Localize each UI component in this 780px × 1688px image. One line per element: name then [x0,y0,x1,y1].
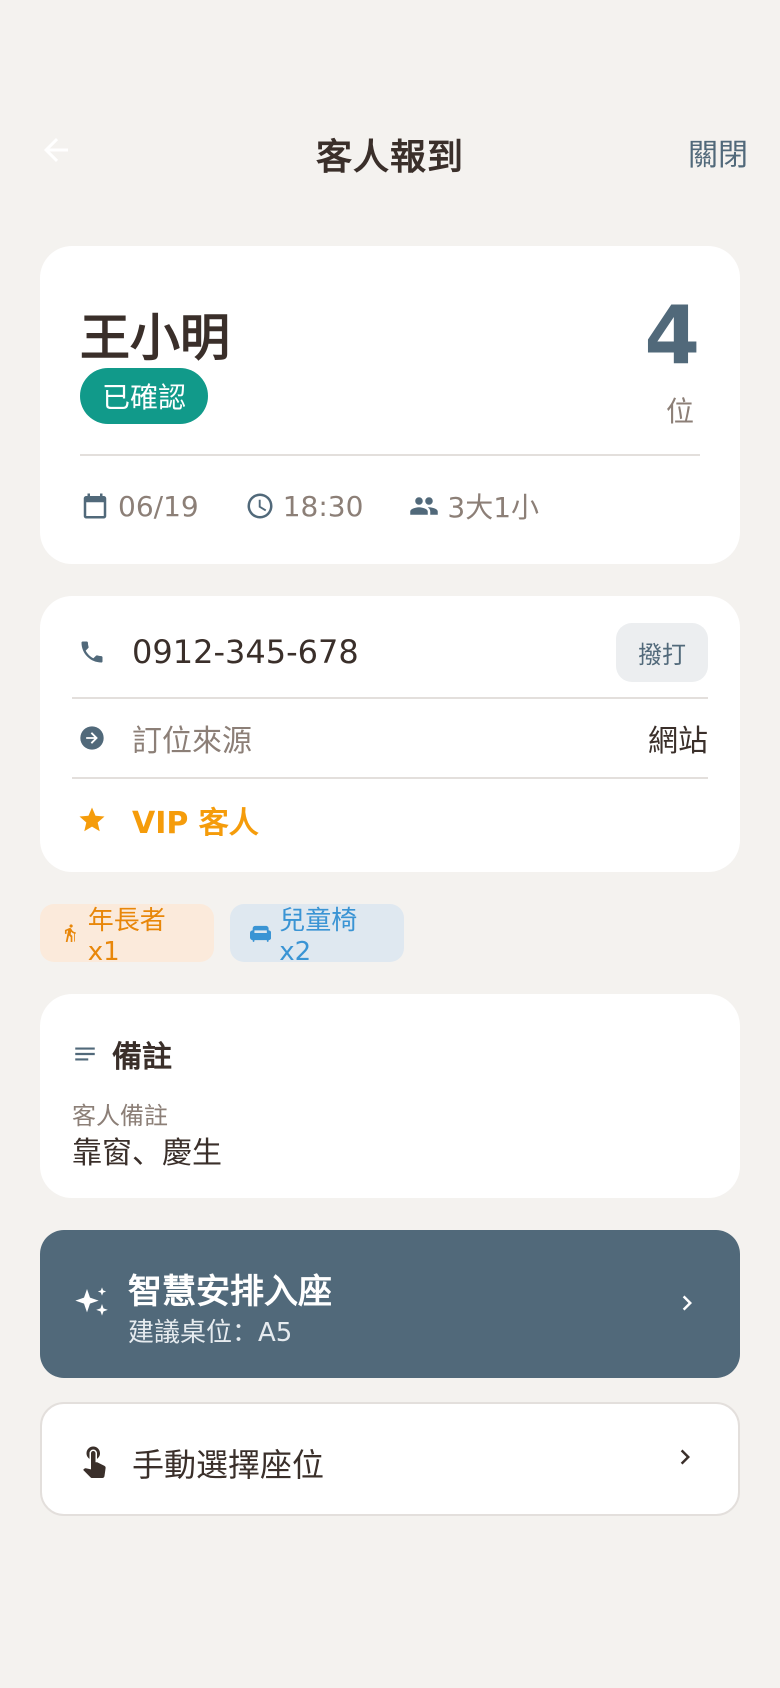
source-row: 訂位來源 網站 [72,710,708,766]
meta-time: 18:30 [245,489,364,523]
elderly-icon [64,924,76,943]
smart-seat-subtitle: 建議桌位：A5 [128,1318,293,1348]
notes-title-text: 備註 [112,1040,172,1075]
composition-text: 3大1小 [447,491,540,524]
phone-number: 0912-345-678 [132,633,359,671]
arrow-circle-right-icon [80,726,104,750]
chair-icon [250,925,272,942]
clock-icon [247,493,273,519]
calendar-icon [83,493,107,519]
party-size: 4 [644,289,700,382]
source-value: 網站 [648,724,708,759]
guest-card: 王小明 已確認 4 位 06/19 18:30 3大1小 [40,246,740,564]
notes-title: 備註 [72,1032,172,1076]
vip-row: VIP 客人 [72,792,708,848]
manual-seat-label: 手動選擇座位 [132,1446,325,1484]
notes-value: 靠窗、慶生 [72,1136,222,1171]
close-button[interactable]: 關閉 [688,130,748,174]
vip-label: VIP 客人 [132,806,259,841]
tag-label: 兒童椅 x2 [279,905,358,967]
notes-label: 客人備註 [72,1102,168,1130]
party-unit: 位 [665,395,694,428]
header: 客人報到 關閉 [0,110,780,190]
status-badge: 已確認 [80,368,209,424]
tag-label: 年長者 x1 [87,905,166,967]
phone-icon [81,641,103,663]
divider [72,697,708,699]
smart-seat-button[interactable]: 智慧安排入座 建議桌位：A5 [40,1230,740,1378]
source-label: 訂位來源 [132,724,252,759]
tag-elderly: 年長者 x1 [40,904,214,967]
tag-child-chair: 兒童椅 x2 [230,904,404,967]
sparkle-icon [75,1287,108,1316]
meta-party: 3大1小 [409,486,539,526]
page-title: 客人報到 [315,137,464,178]
reservation-meta: 06/19 18:30 3大1小 [80,486,585,526]
touch-hand-icon [83,1446,106,1478]
chevron-right-icon [680,1449,690,1465]
guest-name: 王小明 [80,309,230,367]
notes-card: 備註 客人備註 靠窗、慶生 [40,994,740,1198]
people-icon [410,497,439,515]
date-text: 06/19 [118,489,199,523]
notes-lines-icon [75,1047,95,1061]
call-button[interactable]: 撥打 [616,622,708,682]
meta-date: 06/19 [80,490,199,523]
star-icon [79,807,105,832]
smart-seat-title: 智慧安排入座 [128,1272,332,1312]
check-in-sheet: 客人報到 關閉 王小明 已確認 4 位 06/19 18:30 3大1小 091… [0,0,780,1688]
time-text: 18:30 [282,489,364,523]
divider [80,454,700,456]
chevron-right-icon [682,1295,692,1311]
phone-row: 0912-345-678 撥打 [72,622,708,682]
manual-seat-button[interactable]: 手動選擇座位 [40,1402,740,1516]
contact-card: 0912-345-678 撥打 訂位來源 網站 VIP 客人 [40,596,740,872]
divider [72,777,708,779]
